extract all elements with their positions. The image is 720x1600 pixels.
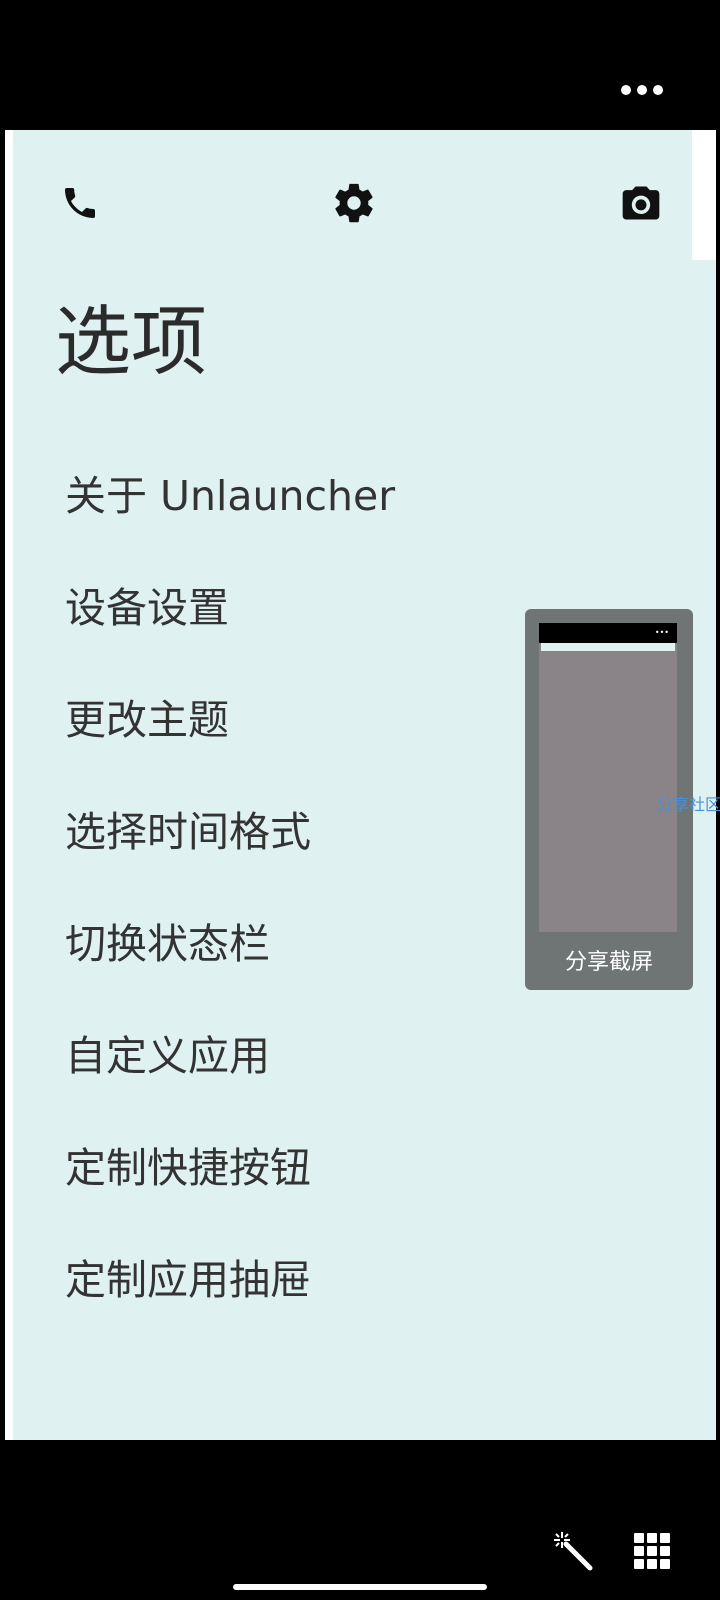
gear-icon[interactable]	[331, 180, 377, 226]
thumbnail-dots-icon: •••	[654, 628, 669, 637]
screenshot-thumbnail[interactable]: •••	[539, 623, 677, 932]
share-community-link[interactable]: 分享社区	[657, 791, 720, 815]
bottom-bar	[0, 1440, 720, 1600]
menu-item-time-format[interactable]: 选择时间格式	[65, 776, 395, 888]
scrollbar-thumb[interactable]	[692, 130, 716, 260]
magic-wand-icon[interactable]	[552, 1530, 594, 1572]
more-dot-icon	[637, 85, 647, 95]
options-menu: 关于 Unlauncher 设备设置 更改主题 选择时间格式 切换状态栏 自定义…	[65, 440, 395, 1336]
more-dot-icon	[621, 85, 631, 95]
menu-item-custom-app-drawer[interactable]: 定制应用抽屉	[65, 1224, 395, 1336]
thumbnail-top-bar: •••	[539, 623, 677, 643]
menu-item-toggle-status-bar[interactable]: 切换状态栏	[65, 888, 395, 1000]
camera-icon[interactable]	[618, 180, 664, 226]
share-screenshot-label[interactable]: 分享截屏	[525, 944, 693, 976]
grid-icon[interactable]	[634, 1533, 670, 1569]
more-dot-icon	[653, 85, 663, 95]
menu-item-custom-apps[interactable]: 自定义应用	[65, 1000, 395, 1112]
phone-icon[interactable]	[57, 180, 103, 226]
menu-item-change-theme[interactable]: 更改主题	[65, 664, 395, 776]
menu-item-device-settings[interactable]: 设备设置	[65, 552, 395, 664]
menu-item-custom-quick-buttons[interactable]: 定制快捷按钮	[65, 1112, 395, 1224]
page-title: 选项	[55, 297, 207, 386]
more-options-button[interactable]	[612, 76, 672, 104]
thumbnail-strip	[541, 643, 675, 651]
menu-item-about[interactable]: 关于 Unlauncher	[65, 440, 395, 552]
top-bar	[0, 0, 720, 130]
home-indicator[interactable]	[233, 1584, 487, 1590]
